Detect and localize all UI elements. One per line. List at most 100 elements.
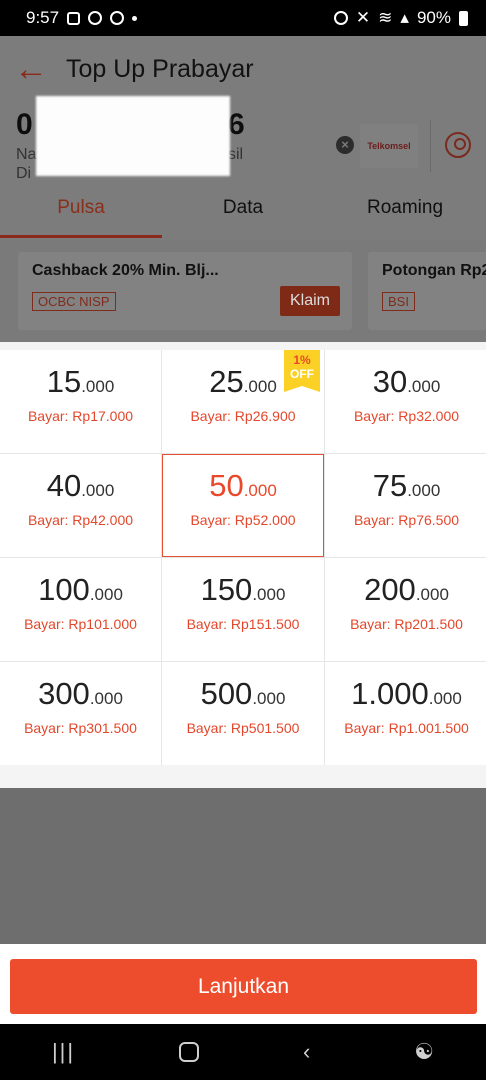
account-name-start: Na (16, 146, 37, 163)
active-tab-indicator (0, 235, 162, 238)
denomination-amount: 500.000 (162, 676, 324, 712)
battery-icon (459, 10, 468, 26)
denomination-amount: 75.000 (325, 468, 486, 504)
wifi-icon: ≋ (378, 8, 393, 27)
denomination-price: Bayar: Rp301.500 (24, 720, 137, 736)
promo-bank-tag: BSI (382, 292, 415, 311)
recent-apps-icon[interactable]: ||| (52, 1039, 75, 1065)
amount-suffix: .000 (415, 585, 449, 604)
denomination-price: Bayar: Rp151.500 (186, 616, 300, 632)
notification-icon (67, 11, 81, 25)
denomination-price: Bayar: Rp1.001.500 (344, 720, 469, 736)
battery-level: 90% (416, 8, 451, 27)
denomination-grid: 15.000 Bayar: Rp17.000 25.000 Bayar: Rp26.9… (0, 350, 486, 765)
amount-main: 30 (372, 364, 408, 399)
denomination-option[interactable]: 25.000 Bayar: Rp26.900 1% OFF (162, 350, 324, 453)
back-icon[interactable]: ‹ (303, 1039, 310, 1065)
amount-suffix: .000 (81, 481, 115, 500)
amount-suffix: .000 (243, 377, 277, 396)
tab-roaming[interactable]: Roaming (324, 182, 486, 240)
denomination-price: Bayar: Rp32.000 (353, 408, 460, 424)
phone-number-end[interactable]: 6 (228, 108, 245, 142)
denomination-amount: 200.000 (325, 572, 486, 608)
amount-main: 1.000 (351, 676, 429, 711)
amount-main: 300 (38, 676, 90, 711)
claim-button[interactable]: Klaim (279, 286, 340, 316)
denomination-option[interactable]: 40.000 Bayar: Rp42.000 (0, 454, 161, 557)
phone-number-start[interactable]: 0 (16, 108, 33, 142)
amount-main: 500 (200, 676, 253, 711)
status-time: 9:57 (26, 8, 60, 27)
promo-card-ocbc[interactable]: Cashback 20% Min. Blj... OCBC NISP Klaim (18, 252, 352, 330)
amount-suffix: .000 (81, 377, 115, 396)
denomination-amount: 40.000 (0, 468, 161, 504)
denomination-price: Bayar: Rp501.500 (186, 720, 300, 736)
denomination-option[interactable]: 150.000 Bayar: Rp151.500 (162, 558, 324, 661)
denomination-amount: 50.000 (162, 468, 324, 504)
denomination-option[interactable]: 200.000 Bayar: Rp201.500 (325, 558, 486, 661)
mute-icon: ✕ (355, 8, 371, 27)
denomination-option[interactable]: 1.000.000 Bayar: Rp1.001.500 (325, 662, 486, 765)
denomination-amount: 150.000 (162, 572, 324, 608)
tab-data[interactable]: Data (162, 182, 324, 240)
home-icon[interactable] (179, 1042, 200, 1062)
account-name-line2: Di (16, 165, 32, 182)
denomination-option[interactable]: 300.000 Bayar: Rp301.500 (0, 662, 161, 765)
badge-value: 1% (293, 353, 311, 367)
minus-circle-icon (88, 11, 103, 25)
alarm-icon (333, 11, 348, 25)
amount-main: 15 (46, 364, 82, 399)
operator-logo: Telkomsel (360, 124, 418, 168)
amount-suffix: .000 (89, 585, 123, 604)
more-dot-icon (132, 15, 138, 21)
discount-badge: 1% OFF (284, 350, 320, 392)
promo-card-bsi[interactable]: Potongan Rp2 BSI (368, 252, 486, 330)
background-page: ← Top Up Prabayar 0 6 Na sil Di × Telkom… (0, 36, 486, 342)
accessibility-icon[interactable]: ☯ (414, 1039, 434, 1065)
account-info: 0 6 Na sil Di × Telkomsel (0, 96, 486, 182)
denomination-option[interactable]: 100.000 Bayar: Rp101.000 (0, 558, 161, 661)
denomination-option[interactable]: 50.000 Bayar: Rp52.000 (162, 454, 324, 557)
amount-main: 75 (372, 468, 408, 503)
amount-suffix: .000 (243, 481, 277, 500)
denomination-amount: 1.000.000 (325, 676, 486, 712)
denomination-price: Bayar: Rp101.000 (24, 616, 137, 632)
continue-button[interactable]: Lanjutkan (10, 959, 477, 1014)
denomination-option[interactable]: 15.000 Bayar: Rp17.000 (0, 350, 161, 453)
amount-main: 50 (209, 468, 244, 503)
denomination-amount: 300.000 (0, 676, 161, 712)
denomination-price: Bayar: Rp17.000 (27, 408, 134, 424)
amount-suffix: .000 (407, 377, 441, 396)
divider (430, 120, 431, 172)
amount-suffix: .000 (407, 481, 441, 500)
promo-title: Potongan Rp2 (382, 262, 486, 279)
product-tabs: Pulsa Data Roaming (0, 182, 486, 240)
denomination-amount: 15.000 (0, 364, 161, 400)
clear-icon[interactable]: × (336, 136, 354, 154)
denomination-sheet: 15.000 Bayar: Rp17.000 25.000 Bayar: Rp26.9… (0, 342, 486, 788)
amount-main: 200 (364, 572, 416, 607)
contact-icon[interactable] (445, 132, 471, 158)
redaction-overlay (36, 96, 230, 176)
denomination-option[interactable]: 500.000 Bayar: Rp501.500 (162, 662, 324, 765)
promo-title: Cashback 20% Min. Blj... (32, 262, 219, 279)
dim-overlay[interactable] (0, 788, 486, 944)
amount-suffix: .000 (428, 689, 462, 708)
app-header: ← Top Up Prabayar (0, 36, 486, 102)
cta-bar: Lanjutkan (0, 944, 486, 1024)
amount-suffix: .000 (89, 689, 123, 708)
badge-label: OFF (290, 367, 314, 381)
denomination-option[interactable]: 30.000 Bayar: Rp32.000 (325, 350, 486, 453)
status-bar: 9:57 ✕ ≋ ▴ 90% (0, 0, 486, 36)
denomination-option[interactable]: 75.000 Bayar: Rp76.500 (325, 454, 486, 557)
amount-main: 100 (38, 572, 90, 607)
amount-main: 25 (209, 364, 244, 399)
tab-pulsa[interactable]: Pulsa (0, 182, 162, 240)
denomination-price: Bayar: Rp42.000 (27, 512, 134, 528)
promo-strip: Cashback 20% Min. Blj... OCBC NISP Klaim… (0, 240, 486, 342)
signal-icon: ▴ (400, 8, 409, 27)
amount-suffix: .000 (252, 585, 286, 604)
promo-bank-tag: OCBC NISP (32, 292, 116, 311)
account-name-end: sil (228, 146, 244, 163)
back-arrow-icon[interactable]: ← (14, 52, 58, 86)
